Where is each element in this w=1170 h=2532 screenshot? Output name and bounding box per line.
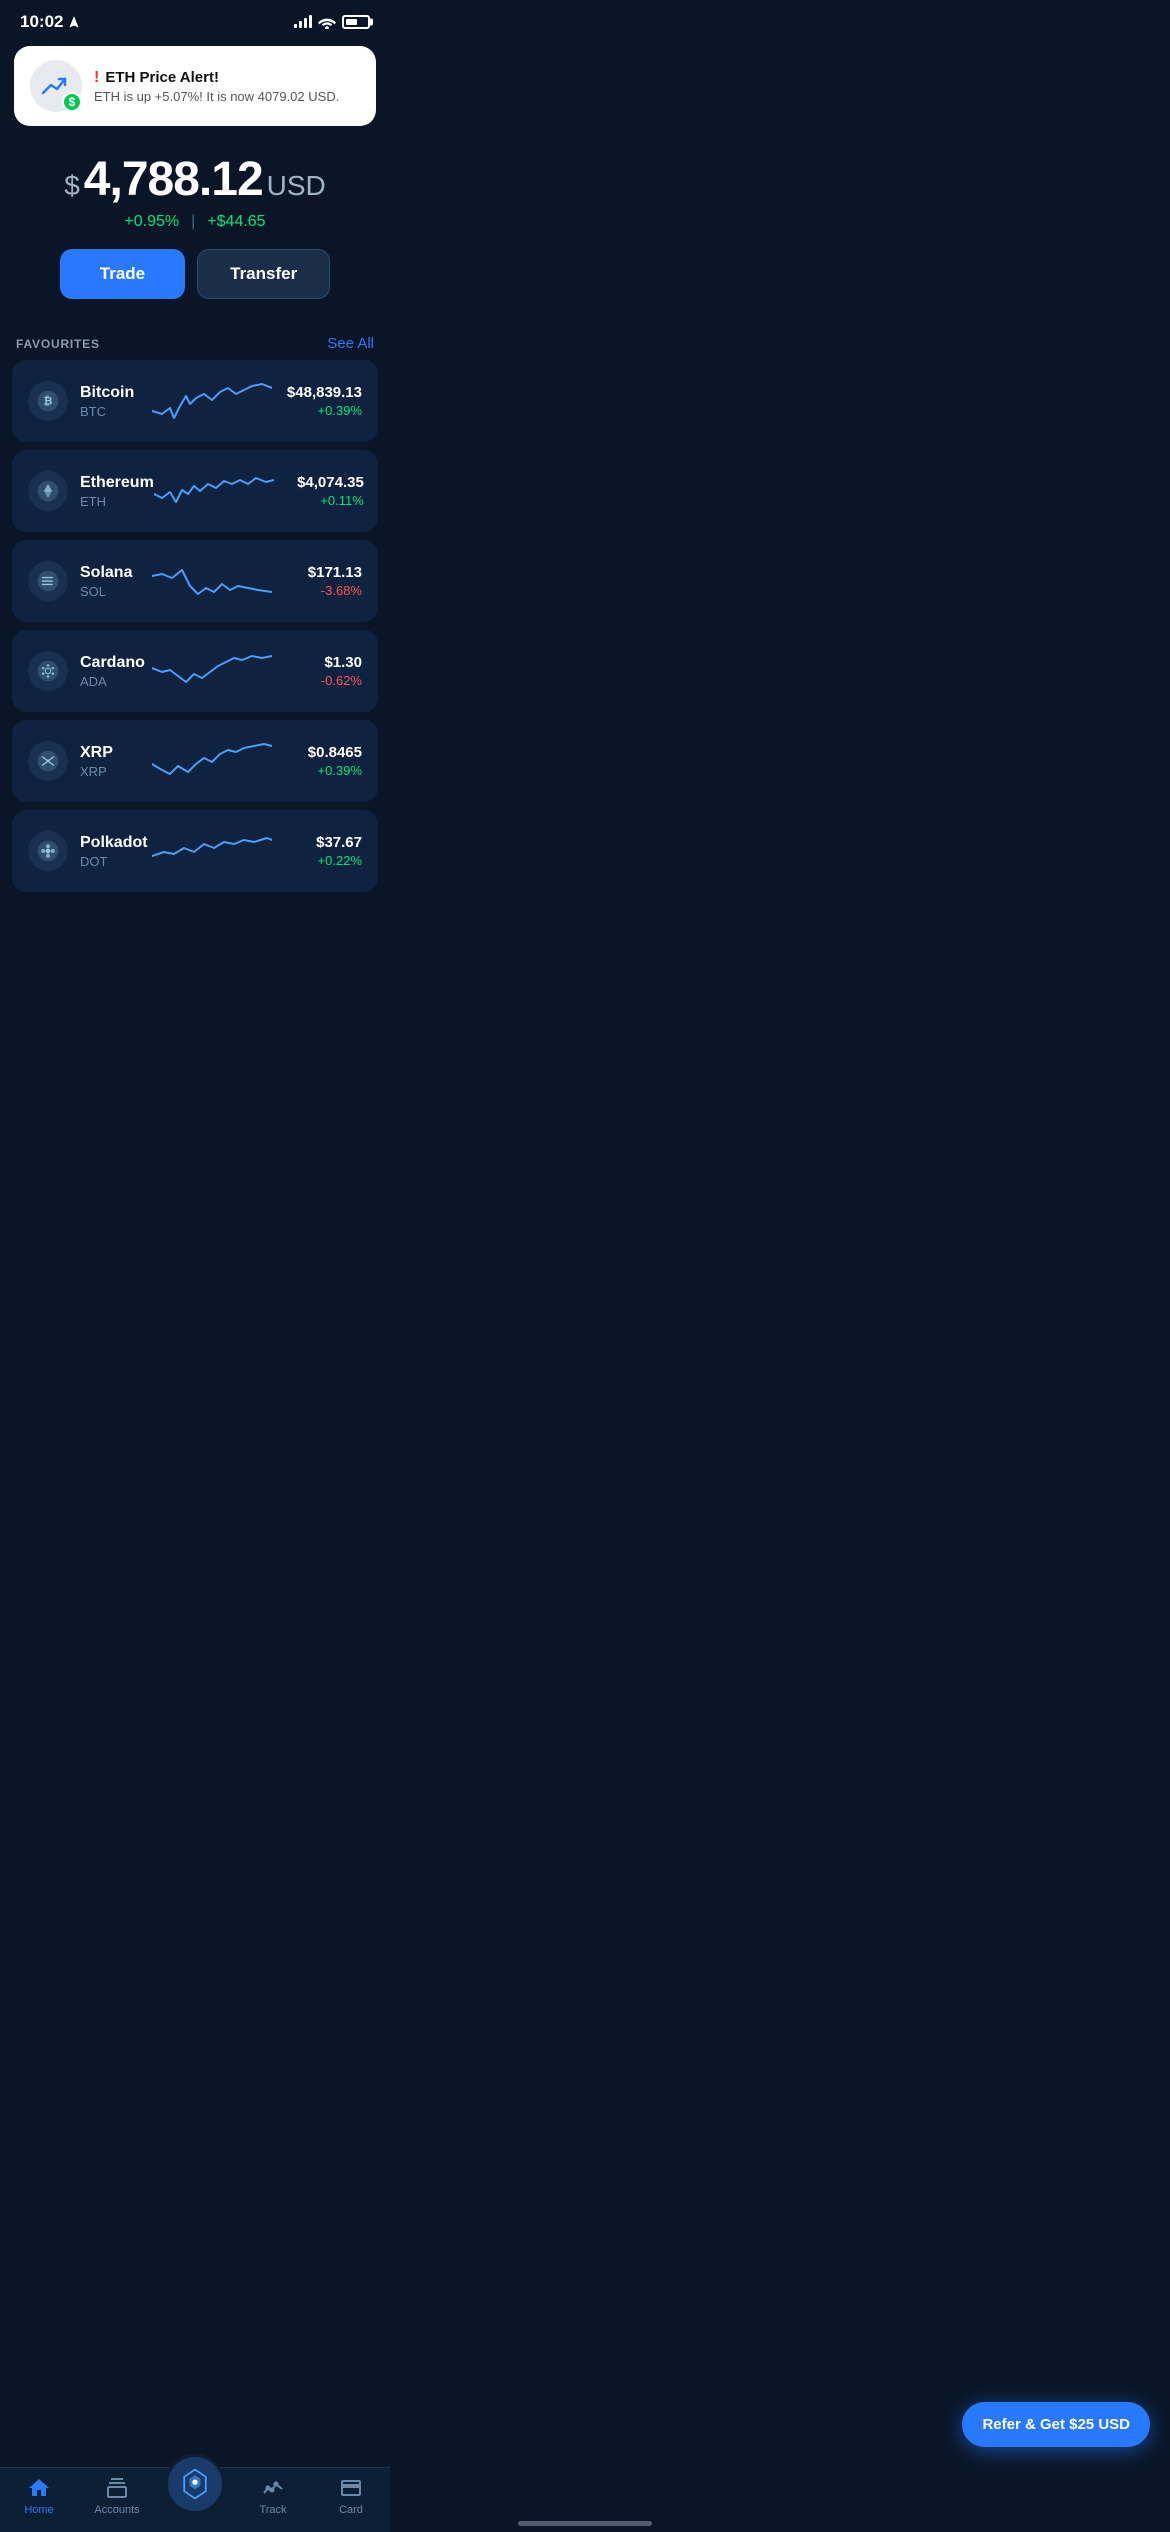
list-item[interactable]: ₿ Bitcoin BTC $48,839.13 +0.39% [12, 360, 378, 442]
status-bar: 10:02 [0, 0, 390, 38]
crypto-info: Polkadot DOT [80, 834, 152, 869]
notification-icon-container: $ [30, 60, 82, 112]
portfolio-amount: $ 4,788.12 USD [20, 152, 370, 207]
nav-home[interactable]: Home [0, 2476, 78, 2516]
crypto-price-info: $1.30 -0.62% [272, 654, 362, 688]
eth-symbol [37, 480, 59, 502]
status-icons [294, 15, 370, 29]
eth-chart [154, 466, 274, 516]
action-buttons: Trade Transfer [20, 249, 370, 299]
list-item[interactable]: Ethereum ETH $4,074.35 +0.11% [12, 450, 378, 532]
crypto-price-info: $37.67 +0.22% [272, 834, 362, 868]
crypto-price-info: $0.8465 +0.39% [272, 744, 362, 778]
ada-chart [152, 646, 272, 696]
notification-banner[interactable]: $ ! ETH Price Alert! ETH is up +5.07%! I… [14, 46, 376, 126]
dot-chart [152, 826, 272, 876]
ethereum-icon [28, 471, 68, 511]
home-label: Home [24, 2504, 53, 2516]
nav-track[interactable]: Track [234, 2476, 312, 2516]
crypto-info: Solana SOL [80, 564, 152, 599]
notification-text: ! ETH Price Alert! ETH is up +5.07%! It … [94, 69, 360, 104]
crypto-info: Bitcoin BTC [80, 384, 152, 419]
accounts-icon [105, 2476, 129, 2500]
list-item[interactable]: Cardano ADA $1.30 -0.62% [12, 630, 378, 712]
exclaim-icon: ! [94, 69, 99, 87]
portfolio-change-pct: +0.95% [124, 213, 179, 231]
nav-card[interactable]: Card [312, 2476, 390, 2516]
crypto-info: Ethereum ETH [80, 474, 154, 509]
favourites-title: FAVOURITES [16, 337, 100, 351]
see-all-button[interactable]: See All [327, 335, 374, 352]
sol-chart [152, 556, 272, 606]
status-time: 10:02 [20, 12, 81, 32]
refer-button[interactable]: Refer & Get $25 USD [962, 2402, 1150, 2447]
sol-symbol [37, 570, 59, 592]
signal-icon [294, 16, 312, 28]
bitcoin-icon: ₿ [28, 381, 68, 421]
track-label: Track [259, 2504, 286, 2516]
cardano-icon [28, 651, 68, 691]
list-item[interactable]: XRP XRP $0.8465 +0.39% [12, 720, 378, 802]
dollar-sign: $ [64, 170, 80, 202]
accounts-label: Accounts [94, 2504, 139, 2516]
trade-button[interactable]: Trade [60, 249, 185, 299]
notif-title-text: ETH Price Alert! [105, 69, 219, 86]
home-icon [27, 2476, 51, 2500]
portfolio-section: $ 4,788.12 USD +0.95% | +$44.65 Trade Tr… [0, 142, 390, 319]
nav-accounts[interactable]: Accounts [78, 2476, 156, 2516]
xrp-symbol [37, 750, 59, 772]
ada-symbol [37, 660, 59, 682]
change-divider: | [191, 213, 195, 231]
polkadot-icon [28, 831, 68, 871]
portfolio-currency: USD [267, 170, 326, 202]
notif-body: ETH is up +5.07%! It is now 4079.02 USD. [94, 89, 360, 104]
favourites-header: FAVOURITES See All [0, 319, 390, 360]
home-indicator [518, 2521, 652, 2526]
crypto-price-info: $48,839.13 +0.39% [272, 384, 362, 418]
xrp-icon [28, 741, 68, 781]
track-icon [261, 2476, 285, 2500]
bottom-nav: Home Accounts Track Card [0, 2467, 390, 2532]
nav-center [156, 2478, 234, 2514]
solana-icon [28, 561, 68, 601]
crypto-info: Cardano ADA [80, 654, 152, 689]
notif-title: ! ETH Price Alert! [94, 69, 360, 87]
crypto-list: ₿ Bitcoin BTC $48,839.13 +0.39% Ethereu [0, 360, 390, 982]
center-nav-button[interactable] [165, 2454, 225, 2514]
dollar-badge: $ [62, 92, 82, 112]
list-item[interactable]: Polkadot DOT $37.67 +0.22% [12, 810, 378, 892]
card-icon [339, 2476, 363, 2500]
crypto-logo-icon [177, 2466, 213, 2502]
portfolio-change-abs: +$44.65 [207, 213, 265, 231]
btc-symbol: ₿ [37, 390, 59, 412]
navigation-icon [67, 15, 81, 29]
portfolio-changes: +0.95% | +$44.65 [20, 213, 370, 231]
dot-symbol [37, 840, 59, 862]
svg-text:₿: ₿ [44, 395, 53, 407]
wifi-icon [318, 15, 336, 29]
btc-chart [152, 376, 272, 426]
crypto-info: XRP XRP [80, 744, 152, 779]
portfolio-value: 4,788.12 [84, 152, 263, 207]
transfer-button[interactable]: Transfer [197, 249, 330, 299]
card-label: Card [339, 2504, 363, 2516]
list-item[interactable]: Solana SOL $171.13 -3.68% [12, 540, 378, 622]
battery-icon [342, 15, 370, 29]
crypto-price-info: $171.13 -3.68% [272, 564, 362, 598]
xrp-chart [152, 736, 272, 786]
time-display: 10:02 [20, 12, 63, 32]
crypto-price-info: $4,074.35 +0.11% [274, 474, 364, 508]
